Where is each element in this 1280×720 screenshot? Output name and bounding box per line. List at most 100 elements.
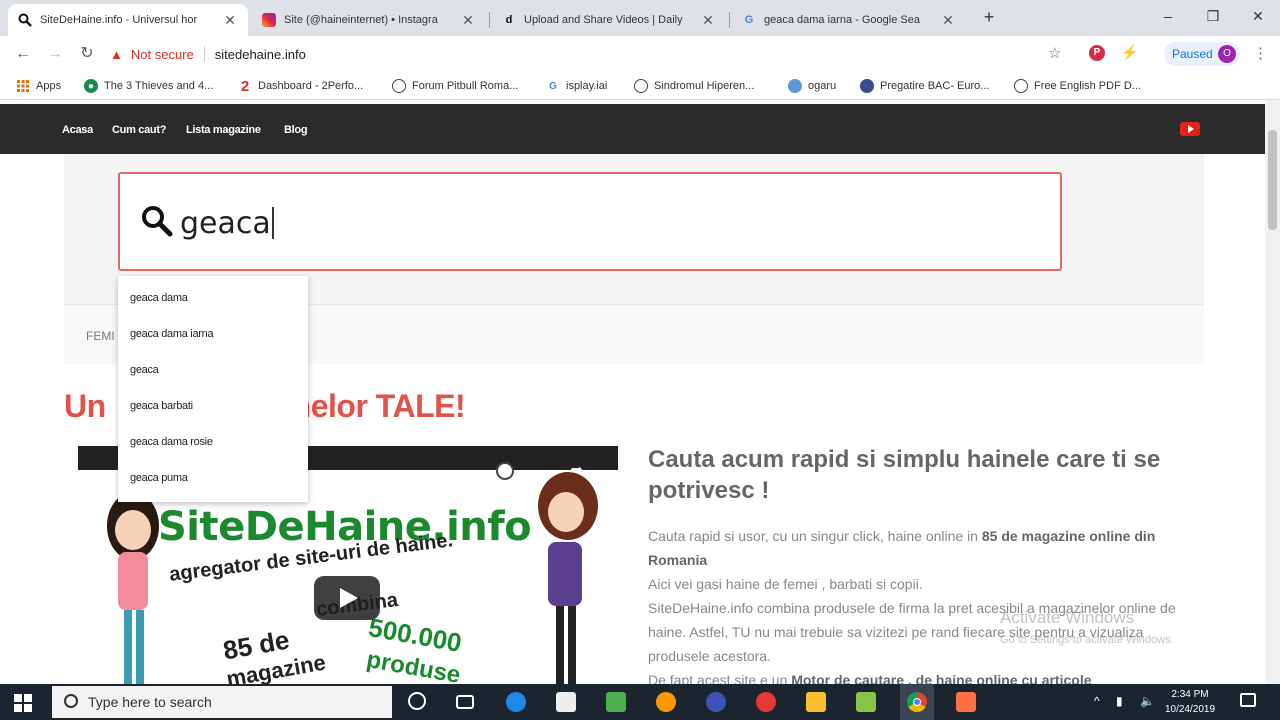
- cortana-icon[interactable]: [408, 692, 426, 710]
- tab-sitedehaine[interactable]: SiteDeHaine.info - Universul hor ✕: [8, 4, 248, 36]
- google-icon: G: [744, 14, 754, 26]
- bookmark-label: Free English PDF D...: [1034, 80, 1141, 92]
- suggestion-item[interactable]: geaca dama iarna: [118, 312, 308, 348]
- kebab-menu-icon[interactable]: ⋮: [1253, 44, 1268, 62]
- tab-label: geaca dama iarna - Google Sea: [764, 14, 920, 26]
- bookmark-item[interactable]: Pregatire BAC- Euro...: [860, 78, 989, 94]
- bookmarks-bar: Apps ● The 3 Thieves and 4... 2 Dashboar…: [0, 72, 1280, 100]
- app-icon-notes[interactable]: [856, 692, 876, 712]
- nav-cum-caut[interactable]: Cum caut?: [112, 124, 166, 136]
- tab-strip: SiteDeHaine.info - Universul hor ✕ Site …: [0, 0, 1280, 36]
- paragraph: Cauta rapid si usor, cu un singur click,…: [648, 528, 1156, 568]
- tray-mic-icon[interactable]: ▮: [1116, 694, 1123, 708]
- reload-button[interactable]: ↻: [76, 43, 98, 65]
- tray-chevron-icon[interactable]: ^: [1094, 694, 1100, 708]
- page-scrollbar[interactable]: [1265, 100, 1280, 684]
- tab-instagram[interactable]: Site (@haineinternet) • Instagra ✕: [252, 4, 486, 36]
- google-icon: G: [549, 80, 557, 92]
- warning-icon: ▲: [110, 46, 123, 62]
- nav-lista-magazine[interactable]: Lista magazine: [186, 124, 261, 136]
- bookmark-item[interactable]: Free English PDF D...: [1014, 78, 1141, 94]
- restore-button[interactable]: ❐: [1190, 0, 1236, 32]
- file-explorer-icon[interactable]: [806, 692, 826, 712]
- share-icon[interactable]: ➦: [570, 460, 583, 480]
- nav-blog[interactable]: Blog: [284, 124, 308, 136]
- bookmark-item[interactable]: Forum Pitbull Roma...: [392, 78, 518, 94]
- bookmark-star-icon[interactable]: ☆: [1048, 44, 1061, 62]
- close-icon[interactable]: ✕: [940, 12, 956, 29]
- back-button[interactable]: ←: [12, 43, 34, 65]
- new-tab-button[interactable]: +: [978, 6, 1000, 28]
- bookmark-apps[interactable]: Apps: [16, 78, 61, 94]
- volume-icon[interactable]: 🔈: [1140, 694, 1155, 708]
- youtube-icon[interactable]: [1180, 122, 1200, 136]
- headline-right: nelor TALE!: [291, 388, 466, 424]
- minimize-button[interactable]: –: [1145, 0, 1191, 32]
- activate-windows-watermark: Activate Windows: [1000, 608, 1135, 627]
- tab-dailymotion[interactable]: d Upload and Share Videos | Daily ✕: [492, 4, 726, 36]
- bookmark-item[interactable]: ogaru: [788, 78, 836, 94]
- globe-icon: [860, 79, 874, 93]
- paragraph: SiteDeHaine.info combina produsele de fi…: [648, 600, 1176, 664]
- play-button[interactable]: [314, 576, 380, 620]
- site-navbar: Acasa Cum caut? Lista magazine Blog: [0, 104, 1265, 154]
- bookmark-label: Sindromul Hiperen...: [654, 80, 755, 92]
- bookmark-label: isplay.iai: [566, 80, 608, 92]
- suggestion-item[interactable]: geaca dama rosie: [118, 420, 308, 456]
- forward-button[interactable]: →: [44, 43, 66, 65]
- web-page: Acasa Cum caut? Lista magazine Blog FEMI…: [0, 100, 1280, 684]
- edge-icon[interactable]: [506, 692, 526, 712]
- security-label: Not secure: [130, 46, 194, 62]
- tab-google-search[interactable]: G geaca dama iarna - Google Sea ✕: [732, 4, 966, 36]
- paragraph: De fapt acest site e un Motor de cautare…: [648, 672, 1092, 684]
- pinterest-extension-icon[interactable]: P: [1089, 45, 1105, 61]
- suggestion-item[interactable]: geaca puma: [118, 456, 308, 492]
- scrollbar-thumb[interactable]: [1268, 130, 1277, 230]
- search-input[interactable]: geaca: [118, 172, 1062, 271]
- globe-icon: [788, 79, 802, 93]
- close-icon[interactable]: ✕: [460, 12, 476, 29]
- extension-icon[interactable]: ⚡: [1121, 44, 1138, 61]
- opera-icon[interactable]: [756, 692, 776, 712]
- tab-separator: [489, 12, 490, 28]
- app-icon-green[interactable]: [606, 692, 626, 712]
- address-bar[interactable]: ▲ Not secure sitedehaine.info: [110, 41, 1076, 67]
- bookmark-item[interactable]: G isplay.iai: [546, 78, 607, 94]
- app-icon-blue[interactable]: [706, 692, 726, 712]
- task-view-icon[interactable]: [456, 695, 474, 709]
- window-close-button[interactable]: ✕: [1235, 0, 1280, 32]
- bookmark-item[interactable]: ● The 3 Thieves and 4...: [84, 78, 213, 94]
- close-icon[interactable]: ✕: [700, 12, 716, 29]
- suggestion-item[interactable]: geaca: [118, 348, 308, 384]
- notifications-icon[interactable]: [1240, 693, 1256, 707]
- search-icon: [64, 694, 78, 708]
- system-clock[interactable]: 2:34 PM 10/24/2019: [1162, 687, 1218, 717]
- tab-label: SiteDeHaine.info - Universul hor: [40, 14, 198, 26]
- taskbar-search-input[interactable]: Type here to search: [52, 686, 392, 718]
- dailymotion-icon: d: [505, 14, 513, 26]
- bookmark-item[interactable]: Sindromul Hiperen...: [634, 78, 754, 94]
- search-placeholder: Type here to search: [88, 694, 212, 710]
- windows-start-icon[interactable]: [14, 694, 32, 712]
- profile-button[interactable]: Paused O: [1164, 42, 1240, 66]
- content-title: Cauta acum rapid si simplu hainele care …: [648, 446, 1161, 504]
- suggestion-item[interactable]: geaca barbati: [118, 384, 308, 420]
- nav-acasa[interactable]: Acasa: [62, 124, 93, 136]
- watch-later-icon[interactable]: [496, 462, 514, 480]
- bookmark-label: Apps: [36, 80, 62, 92]
- clock-date: 10/24/2019: [1164, 704, 1216, 715]
- bookmark-label: Pregatire BAC- Euro...: [880, 80, 990, 92]
- bookmark-label: Forum Pitbull Roma...: [412, 80, 519, 92]
- close-icon[interactable]: ✕: [222, 12, 238, 29]
- store-icon[interactable]: [556, 692, 576, 712]
- app-icon-orange-square[interactable]: [956, 692, 976, 712]
- avatar: O: [1218, 45, 1236, 63]
- globe-icon: [1014, 79, 1028, 93]
- paragraph: Aici vei gasi haine de femei , barbati s…: [648, 576, 923, 592]
- category-tab[interactable]: FEMI: [86, 329, 115, 343]
- bookmark-item[interactable]: 2 Dashboard - 2Perfo...: [238, 78, 363, 95]
- search-icon: [142, 206, 173, 237]
- app-icon-orange[interactable]: [656, 692, 676, 712]
- suggestion-item[interactable]: geaca dama: [118, 276, 308, 312]
- chrome-icon[interactable]: [900, 684, 934, 720]
